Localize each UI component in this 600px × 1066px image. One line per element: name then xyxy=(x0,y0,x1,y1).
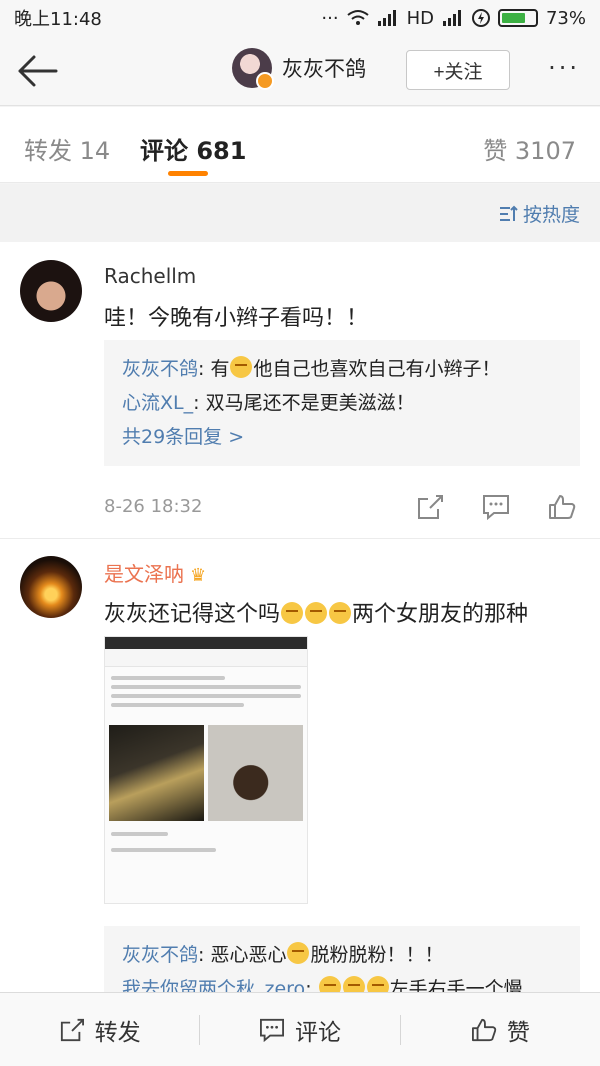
crying-emoji-icon xyxy=(287,942,310,964)
reply-text: 双马尾还不是更美滋滋！ xyxy=(205,392,415,414)
repost-label: 转发 xyxy=(94,1019,141,1046)
comment-time: 8-26 18:32 xyxy=(104,496,203,517)
more-icon[interactable]: ··· xyxy=(548,56,580,80)
doge-emoji-icon xyxy=(230,356,253,378)
battery-icon xyxy=(497,9,538,27)
sort-bar: 按热度 xyxy=(0,184,600,242)
doge-emoji-icon xyxy=(305,602,328,624)
repost-icon xyxy=(60,1018,84,1041)
reply-line: 心流XL_: 双马尾还不是更美滋滋！ xyxy=(122,386,562,420)
sort-button[interactable]: 按热度 xyxy=(499,200,580,227)
comment-icon[interactable] xyxy=(482,494,510,520)
comment-actions xyxy=(416,494,576,520)
tab-bar: 转发 14 评论 681 赞 3107 xyxy=(0,107,600,183)
tab-repost[interactable]: 转发 14 xyxy=(24,131,110,166)
like-icon[interactable] xyxy=(548,494,576,520)
comment-icon xyxy=(259,1018,284,1042)
avatar[interactable] xyxy=(232,48,274,90)
status-icons: ··· HD 73% xyxy=(321,8,586,29)
like-icon xyxy=(471,1018,497,1041)
divider xyxy=(0,538,600,539)
follow-button[interactable]: +关注 xyxy=(406,50,510,90)
comment-user[interactable]: 是文泽呐 ♛ xyxy=(104,558,206,587)
reply-user[interactable]: 心流XL_ xyxy=(122,392,193,414)
sort-label: 按热度 xyxy=(522,204,580,226)
reply-user[interactable]: 灰灰不鸽 xyxy=(122,358,198,380)
nav-bar: 灰灰不鸽 +关注 ··· xyxy=(0,36,600,106)
reply-separator: : xyxy=(198,358,211,380)
tab-likes[interactable]: 赞 3107 xyxy=(483,131,576,166)
sort-icon xyxy=(499,205,518,221)
bottom-action-bar: 转发 评论 赞 xyxy=(0,992,600,1066)
avatar[interactable] xyxy=(20,260,82,322)
reply-line: 灰灰不鸽: 有 他自己也喜欢自己有小辫子！ xyxy=(122,352,562,386)
avatar[interactable] xyxy=(20,556,82,618)
comment-user[interactable]: Rachellm xyxy=(104,264,196,288)
reply-line: 我去你留两个秋_zero: 左手右手一个慢 xyxy=(122,972,562,992)
more-dots: ··· xyxy=(321,7,339,29)
reply-text: 他自己也喜欢自己有小辫子！ xyxy=(253,358,501,380)
reply-line: 灰灰不鸽: 恶心恶心 脱粉脱粉！！！ xyxy=(122,938,562,972)
share-icon[interactable] xyxy=(416,494,444,520)
reply-count-link[interactable]: 共29条回复 > xyxy=(122,420,562,454)
reply-box[interactable]: 灰灰不鸽: 恶心恶心 脱粉脱粉！！！ 我去你留两个秋_zero: 左手右手一个慢 xyxy=(104,926,580,992)
comment-text: 哇！今晚有小辫子看吗！！ xyxy=(104,306,369,331)
comment-user-name: 是文泽呐 xyxy=(104,562,184,586)
comment-image[interactable] xyxy=(104,636,308,904)
reply-separator: : xyxy=(198,944,211,966)
reply-text: 左手右手一个慢 xyxy=(389,978,523,992)
panda-emoji-icon xyxy=(366,976,389,992)
doge-emoji-icon xyxy=(281,602,304,624)
comment-label: 评论 xyxy=(294,1019,341,1046)
battery-percent: 73% xyxy=(545,7,586,29)
like-button[interactable]: 赞 xyxy=(401,1013,600,1047)
doge-emoji-icon xyxy=(329,602,352,624)
reply-text: 有 xyxy=(210,358,230,380)
tab-comments[interactable]: 评论 681 xyxy=(140,131,246,166)
status-bar: 晚上11:48 ··· HD 73% xyxy=(0,0,600,36)
reply-user[interactable]: 我去你留两个秋_zero xyxy=(122,978,305,992)
crown-icon: ♛ xyxy=(190,565,207,586)
repost-button[interactable]: 转发 xyxy=(0,1013,199,1047)
network-type: HD xyxy=(406,7,434,29)
reply-user[interactable]: 灰灰不鸽 xyxy=(122,944,198,966)
signal-icon xyxy=(377,10,396,26)
reply-text: 脱粉脱粉！！！ xyxy=(310,944,444,966)
signal-icon-2 xyxy=(442,10,461,26)
wifi-icon xyxy=(346,10,369,25)
charging-icon xyxy=(471,9,490,27)
reply-separator: : xyxy=(305,978,318,992)
status-time: 晚上11:48 xyxy=(14,9,102,30)
panda-emoji-icon xyxy=(342,976,365,992)
like-label: 赞 xyxy=(506,1019,530,1046)
nav-user[interactable]: 灰灰不鸽 xyxy=(232,48,366,90)
reply-text: 恶心恶心 xyxy=(210,944,287,966)
reply-separator: : xyxy=(193,392,206,414)
nav-user-name[interactable]: 灰灰不鸽 xyxy=(282,53,366,83)
back-arrow-icon[interactable] xyxy=(16,54,58,88)
active-tab-indicator xyxy=(168,171,208,176)
comment-list: Rachellm 哇！今晚有小辫子看吗！！ 灰灰不鸽: 有 他自己也喜欢自己有小辫… xyxy=(0,242,600,992)
comment-text-part: 灰灰还记得这个吗 xyxy=(104,602,281,627)
comment-text: 灰灰还记得这个吗 两个女朋友的那种 xyxy=(104,596,528,628)
comment-button[interactable]: 评论 xyxy=(200,1013,399,1047)
panda-emoji-icon xyxy=(318,976,341,992)
reply-box[interactable]: 灰灰不鸽: 有他自己也喜欢自己有小辫子！ 心流XL_: 双马尾还不是更美滋滋！ … xyxy=(104,340,580,466)
comment-text-part: 两个女朋友的那种 xyxy=(352,602,529,627)
